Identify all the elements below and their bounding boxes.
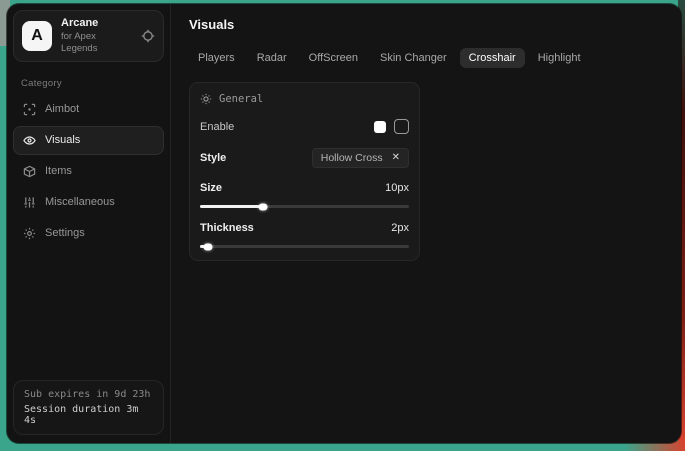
tab-players[interactable]: Players bbox=[189, 48, 244, 68]
app-name: Arcane bbox=[61, 17, 132, 31]
size-value: 10px bbox=[385, 182, 409, 194]
tab-crosshair[interactable]: Crosshair bbox=[460, 48, 525, 68]
size-label: Size bbox=[200, 182, 222, 194]
style-select[interactable]: Hollow Cross ✕ bbox=[312, 148, 409, 168]
tab-offscreen[interactable]: OffScreen bbox=[300, 48, 367, 68]
sidebar-item-label: Visuals bbox=[45, 134, 80, 146]
sun-icon bbox=[200, 93, 212, 105]
tab-skin-changer[interactable]: Skin Changer bbox=[371, 48, 456, 68]
style-label: Style bbox=[200, 152, 226, 164]
gear-icon bbox=[23, 227, 36, 240]
general-panel: General Enable Style Hollow Cross ✕ bbox=[189, 82, 420, 261]
thickness-slider[interactable] bbox=[200, 245, 409, 248]
session-duration-text: Session duration 3m 4s bbox=[24, 404, 153, 426]
tab-radar[interactable]: Radar bbox=[248, 48, 296, 68]
tab-highlight[interactable]: Highlight bbox=[529, 48, 590, 68]
panel-title: General bbox=[219, 93, 263, 105]
sidebar-item-visuals[interactable]: Visuals bbox=[13, 126, 164, 155]
sidebar-item-label: Items bbox=[45, 165, 72, 177]
page-title: Visuals bbox=[189, 17, 663, 32]
size-slider-thumb[interactable] bbox=[258, 203, 267, 210]
style-row: Style Hollow Cross ✕ bbox=[200, 148, 409, 168]
thickness-value: 2px bbox=[391, 222, 409, 234]
enable-checkbox[interactable] bbox=[374, 121, 386, 133]
sidebar-item-items[interactable]: Items bbox=[13, 157, 164, 186]
enable-label: Enable bbox=[200, 121, 234, 133]
eye-icon bbox=[23, 134, 36, 147]
sidebar-nav: Aimbot Visuals bbox=[13, 95, 164, 248]
sub-expires-text: Sub expires in 9d 23h bbox=[24, 389, 153, 400]
sidebar: A Arcane for Apex Legends Category bbox=[7, 4, 171, 443]
thickness-row: Thickness 2px bbox=[200, 222, 409, 234]
subscription-card: Sub expires in 9d 23h Session duration 3… bbox=[13, 380, 164, 435]
sidebar-item-label: Miscellaneous bbox=[45, 196, 115, 208]
crosshair-icon[interactable] bbox=[141, 29, 155, 43]
sidebar-item-aimbot[interactable]: Aimbot bbox=[13, 95, 164, 124]
tab-bar: Players Radar OffScreen Skin Changer Cro… bbox=[189, 48, 663, 68]
sidebar-item-label: Settings bbox=[45, 227, 85, 239]
enable-row: Enable bbox=[200, 119, 409, 134]
main-content: Visuals Players Radar OffScreen Skin Cha… bbox=[171, 4, 681, 443]
app-logo-badge: A bbox=[22, 21, 52, 51]
sidebar-item-label: Aimbot bbox=[45, 103, 79, 115]
enable-keybind-box[interactable] bbox=[394, 119, 409, 134]
thickness-label: Thickness bbox=[200, 222, 254, 234]
sliders-icon bbox=[23, 196, 36, 209]
app-logo-card: A Arcane for Apex Legends bbox=[13, 10, 164, 62]
sidebar-item-settings[interactable]: Settings bbox=[13, 219, 164, 248]
category-label: Category bbox=[21, 78, 164, 89]
thickness-slider-thumb[interactable] bbox=[204, 243, 213, 250]
aimbot-icon bbox=[23, 103, 36, 116]
size-slider[interactable] bbox=[200, 205, 409, 208]
app-subtitle: for Apex Legends bbox=[61, 31, 132, 55]
size-row: Size 10px bbox=[200, 182, 409, 194]
style-value: Hollow Cross bbox=[321, 152, 383, 164]
desktop-background: A Arcane for Apex Legends Category bbox=[0, 0, 685, 451]
app-window: A Arcane for Apex Legends Category bbox=[7, 4, 681, 443]
sidebar-item-miscellaneous[interactable]: Miscellaneous bbox=[13, 188, 164, 217]
close-icon[interactable]: ✕ bbox=[392, 153, 400, 163]
package-icon bbox=[23, 165, 36, 178]
